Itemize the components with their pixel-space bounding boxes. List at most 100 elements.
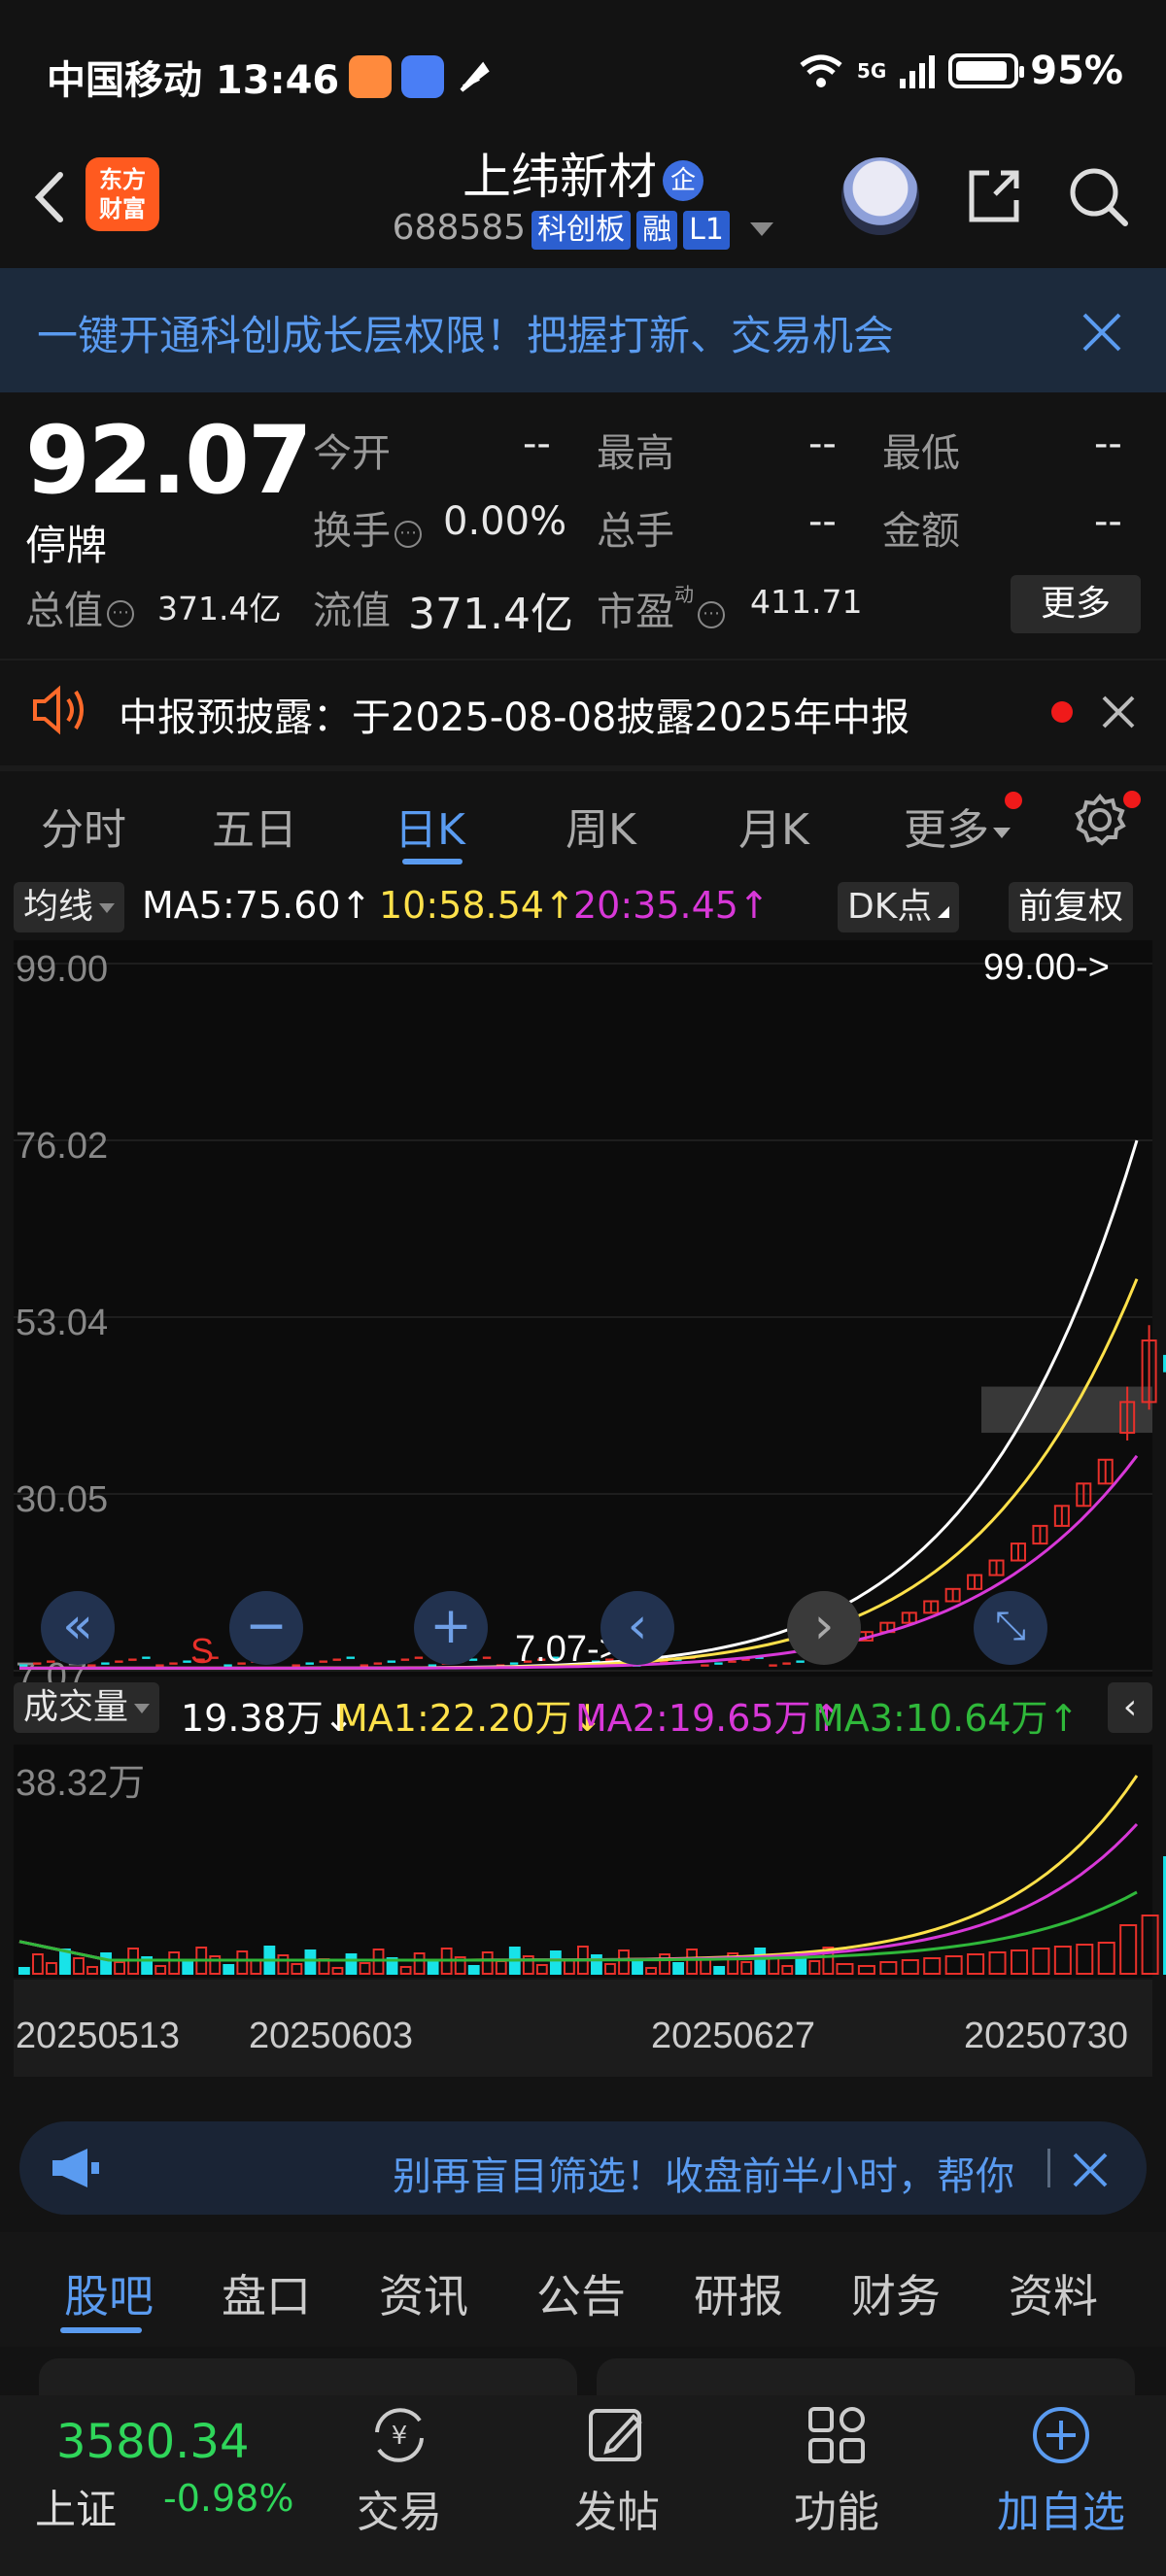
volume-bar: [427, 1961, 439, 1975]
indicator-select[interactable]: 均线: [14, 882, 125, 932]
volume-value: --: [808, 499, 837, 544]
active-tab-indicator: [402, 859, 463, 864]
post-card[interactable]: [597, 2358, 1135, 2397]
app-icon-orange: [349, 55, 393, 98]
high-label: 最高: [597, 431, 674, 476]
board-tag: 科创板: [532, 211, 632, 250]
signal-icon: [900, 55, 936, 88]
network-label: 5G: [856, 59, 887, 83]
low-label: 最低: [882, 431, 960, 476]
expand-icon[interactable]: ⤡: [974, 1591, 1047, 1665]
tab-news[interactable]: 资讯: [379, 2261, 468, 2325]
chevron-left-icon[interactable]: ‹: [600, 1591, 674, 1665]
promo-banner-text[interactable]: 一键开通科创成长层权限！把握打新、交易机会: [37, 303, 894, 362]
candle: [482, 1656, 492, 1659]
stock-name: 上纬新材: [463, 149, 657, 205]
collapse-button[interactable]: ‹: [1108, 1682, 1152, 1733]
tab-intraday[interactable]: 分时: [41, 795, 126, 857]
speaker-icon: [33, 685, 84, 735]
minus-icon[interactable]: −: [229, 1591, 303, 1665]
tab-five-day[interactable]: 五日: [212, 795, 297, 857]
price-tick-label: 99.00: [16, 949, 108, 990]
info-icon[interactable]: ⋯: [394, 521, 422, 548]
tab-more[interactable]: 更多: [904, 795, 1011, 857]
nav-functions[interactable]: 功能: [764, 2403, 909, 2539]
index-value[interactable]: 3580.34: [56, 2415, 250, 2469]
adjust-mode-button[interactable]: 前复权: [1009, 882, 1134, 932]
tab-monthly-k[interactable]: 月K: [738, 795, 809, 857]
megaphone-icon: [52, 2149, 99, 2187]
unread-dot: [1005, 792, 1022, 809]
more-button[interactable]: 更多: [1011, 575, 1141, 633]
candle: [115, 1660, 123, 1663]
ad-text[interactable]: 别再盲目筛选！收盘前半小时，帮你: [393, 2145, 1034, 2201]
chevron-right-icon[interactable]: ›: [787, 1591, 861, 1665]
gear-icon[interactable]: [1073, 793, 1127, 847]
caret-down-icon: [99, 903, 116, 913]
post-card[interactable]: [39, 2358, 577, 2397]
tab-weekly-k[interactable]: 周K: [566, 795, 636, 857]
divider: [0, 765, 1166, 771]
candle: [237, 1662, 246, 1665]
turnover-value: 0.00%: [443, 499, 567, 544]
battery-level: 95%: [1030, 49, 1123, 93]
close-icon[interactable]: [1069, 2149, 1112, 2191]
info-icon[interactable]: ⋯: [107, 600, 134, 627]
assistant-avatar[interactable]: [841, 157, 919, 235]
price-tick-label: 53.04: [16, 1303, 108, 1343]
feather-icon: [460, 61, 490, 92]
volume-bar: [632, 1958, 643, 1975]
tab-forum[interactable]: 股吧: [64, 2261, 154, 2325]
high-value: --: [808, 422, 837, 466]
volume-bar: [100, 1952, 112, 1975]
tab-daily-k[interactable]: 日K: [394, 795, 465, 857]
notice-text[interactable]: 中报预披露：于2025-08-08披露2025年中报: [119, 686, 909, 742]
enterprise-badge: 企: [663, 159, 703, 201]
vol-ma2: MA2:19.65万↑: [575, 1697, 842, 1740]
amount-value: --: [1094, 499, 1122, 544]
info-icon[interactable]: ⋯: [698, 601, 725, 628]
volume-bar: [591, 1954, 602, 1975]
tab-research[interactable]: 研报: [694, 2261, 783, 2325]
tab-order-book[interactable]: 盘口: [222, 2261, 311, 2325]
open-label: 今开: [313, 431, 391, 476]
nav-post[interactable]: 发帖: [544, 2403, 690, 2539]
amount-label: 金额: [882, 509, 960, 554]
candle: [701, 1664, 709, 1667]
close-icon[interactable]: [1077, 307, 1127, 357]
index-name[interactable]: 上证: [35, 2477, 117, 2536]
volume-bar: [18, 1967, 30, 1975]
volume-value: 19.38万↓: [181, 1697, 355, 1740]
candle: [142, 1656, 151, 1659]
volume-indicator-select[interactable]: 成交量: [14, 1682, 160, 1733]
search-icon[interactable]: [1065, 163, 1131, 229]
nav-add-watchlist[interactable]: 加自选: [983, 2403, 1139, 2539]
vol-ma3: MA3:10.64万↑: [812, 1697, 1080, 1740]
float-cap-value: 371.4亿: [408, 590, 573, 639]
pe-label: 市盈动⋯: [597, 579, 725, 636]
close-icon[interactable]: [1098, 692, 1139, 732]
svg-text:¥: ¥: [392, 2422, 408, 2451]
nav-trade[interactable]: ¥ 交易: [326, 2403, 472, 2539]
volume-bar: [304, 1949, 317, 1975]
corner-icon: [938, 906, 950, 918]
price-panel: [14, 940, 1152, 1677]
tab-profile[interactable]: 资料: [1009, 2261, 1098, 2325]
dropdown-icon[interactable]: [750, 222, 774, 236]
kline-chart[interactable]: 99.0076.0253.0430.057.0799.00->7.07->S38…: [0, 940, 1166, 2106]
candle: [373, 1662, 383, 1665]
tab-financials[interactable]: 财务: [851, 2261, 941, 2325]
dk-point-button[interactable]: DK点: [838, 882, 960, 932]
ma20-value: 20:35.45↑: [573, 884, 770, 927]
index-change: -0.98%: [163, 2477, 294, 2520]
wifi-icon: [800, 54, 842, 87]
zoom-out-icon[interactable]: «: [41, 1591, 115, 1665]
share-icon[interactable]: [960, 163, 1026, 229]
add-circle-icon: [1033, 2407, 1089, 2463]
candle: [101, 1662, 110, 1665]
candle: [292, 1664, 300, 1667]
plus-icon[interactable]: +: [414, 1591, 488, 1665]
edit-icon: [589, 2409, 642, 2461]
candle: [360, 1664, 369, 1667]
tab-announcements[interactable]: 公告: [536, 2261, 626, 2325]
